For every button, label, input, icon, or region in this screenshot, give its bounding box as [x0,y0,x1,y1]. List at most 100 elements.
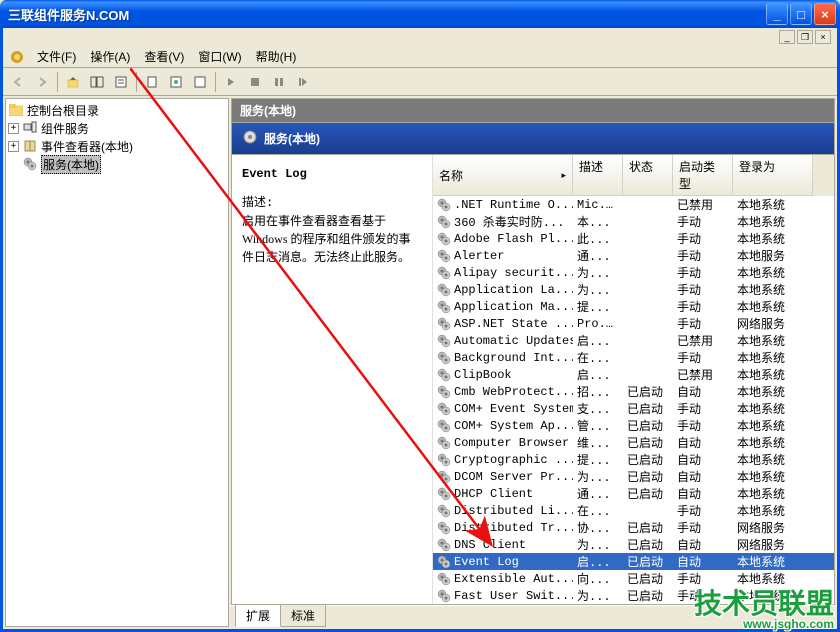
service-row[interactable]: .NET Runtime O...Mic...已禁用本地系统 [433,196,834,213]
detail-panel: Event Log 描述: 启用在事件查看器查看基于 Windows 的程序和组… [232,155,432,604]
service-row[interactable]: DHCP Client通...已启动自动本地系统 [433,485,834,502]
service-row[interactable]: ASP.NET State ...Pro...手动网络服务 [433,315,834,332]
folder-icon [8,102,24,118]
col-header-status[interactable]: 状态 [623,155,673,196]
mdi-restore-button[interactable]: ❐ [797,30,813,44]
service-row[interactable]: Adobe Flash Pl...此...手动本地系统 [433,230,834,247]
up-button[interactable] [62,71,84,93]
service-row[interactable]: Automatic Updates启...已禁用本地系统 [433,332,834,349]
menu-view[interactable]: 查看(V) [138,46,190,67]
show-hide-button[interactable] [86,71,108,93]
service-row[interactable]: Distributed Li...在...手动本地系统 [433,502,834,519]
service-status: 已启动 [623,417,673,434]
service-row[interactable]: ClipBook启...已禁用本地系统 [433,366,834,383]
service-name: .NET Runtime O... [454,198,573,212]
play-button [220,71,242,93]
service-desc: 启... [573,553,623,570]
service-row[interactable]: DCOM Server Pr...为...已启动自动本地系统 [433,468,834,485]
pane-subheader: 服务(本地) [231,122,835,154]
service-startup: 手动 [673,417,733,434]
tree-node-icon [22,120,38,136]
service-desc: 为... [573,281,623,298]
service-desc: 管... [573,417,623,434]
help-button[interactable] [189,71,211,93]
service-row[interactable]: Background Int...在...手动本地系统 [433,349,834,366]
service-icon [437,453,451,467]
tab-extended[interactable]: 扩展 [235,604,281,627]
back-button [7,71,29,93]
mdi-minimize-button[interactable]: _ [779,30,795,44]
service-logon: 本地服务 [733,247,813,264]
tree-item-label: 事件查看器(本地) [41,138,133,155]
service-row[interactable]: Cryptographic ...提...已启动自动本地系统 [433,451,834,468]
service-row[interactable]: 360 杀毒实时防...本...手动本地系统 [433,213,834,230]
tree-item[interactable]: 服务(本地) [8,155,226,173]
service-logon: 本地系统 [733,213,813,230]
service-logon: 本地系统 [733,383,813,400]
minimize-button[interactable]: _ [766,3,788,25]
tree-node-icon [22,138,38,154]
service-row[interactable]: Event Log启...已启动自动本地系统 [433,553,834,570]
close-button[interactable]: × [814,3,836,25]
service-icon [437,419,451,433]
menu-help[interactable]: 帮助(H) [250,46,303,67]
col-header-startup[interactable]: 启动类型 [673,155,733,196]
tree-root[interactable]: 控制台根目录 [8,101,226,119]
service-row[interactable]: DNS Client为...已启动自动网络服务 [433,536,834,553]
service-name: Extensible Aut... [454,572,573,586]
service-desc: 本... [573,213,623,230]
service-row[interactable]: Cmb WebProtect...招...已启动自动本地系统 [433,383,834,400]
service-icon [437,266,451,280]
service-icon [437,232,451,246]
service-desc: 提... [573,298,623,315]
service-row[interactable]: Application La...为...手动本地系统 [433,281,834,298]
service-startup: 自动 [673,434,733,451]
service-status: 已启动 [623,570,673,587]
maximize-button[interactable]: □ [790,3,812,25]
tab-standard[interactable]: 标准 [280,604,326,627]
service-row[interactable]: Extensible Aut...向...已启动手动本地系统 [433,570,834,587]
description-label: 描述: [242,193,422,210]
export-button[interactable] [141,71,163,93]
expand-icon[interactable]: + [8,141,19,152]
service-icon [437,317,451,331]
tree-item[interactable]: +组件服务 [8,119,226,137]
tree-pane[interactable]: 控制台根目录 +组件服务+事件查看器(本地)服务(本地) [5,98,229,627]
service-row[interactable]: Computer Browser维...已启动自动本地系统 [433,434,834,451]
service-desc: 通... [573,485,623,502]
service-logon: 本地系统 [733,400,813,417]
service-row[interactable]: Alipay securit...为...手动本地系统 [433,264,834,281]
service-row[interactable]: COM+ System Ap...管...已启动手动本地系统 [433,417,834,434]
service-desc: 为... [573,587,623,604]
service-startup: 手动 [673,400,733,417]
col-header-name[interactable]: 名称▸ [433,155,573,196]
service-icon [437,504,451,518]
menu-file[interactable]: 文件(F) [31,46,82,67]
service-row[interactable]: Distributed Tr...协...已启动手动网络服务 [433,519,834,536]
tree-item[interactable]: + 事件查看器(本地) [8,137,226,155]
service-logon: 网络服务 [733,315,813,332]
service-row[interactable]: COM+ Event System支...已启动手动本地系统 [433,400,834,417]
service-icon [437,368,451,382]
refresh-button[interactable] [165,71,187,93]
menu-window[interactable]: 窗口(W) [192,46,247,67]
service-name: DCOM Server Pr... [454,470,573,484]
menu-action[interactable]: 操作(A) [84,46,136,67]
service-list[interactable]: 名称▸ 描述 状态 启动类型 登录为 .NET Runtime O...Mic.… [432,155,834,604]
col-header-desc[interactable]: 描述 [573,155,623,196]
service-startup: 手动 [673,264,733,281]
service-logon: 网络服务 [733,519,813,536]
service-row[interactable]: Application Ma...提...手动本地系统 [433,298,834,315]
service-icon [437,300,451,314]
service-logon: 本地系统 [733,417,813,434]
tree-item-label: 服务(本地) [41,155,101,174]
expand-icon[interactable]: + [8,123,19,134]
service-logon: 本地系统 [733,298,813,315]
service-desc: 启... [573,366,623,383]
properties-button[interactable] [110,71,132,93]
col-header-logon[interactable]: 登录为 [733,155,813,196]
service-row[interactable]: Alerter通...手动本地服务 [433,247,834,264]
service-desc: 通... [573,247,623,264]
mdi-close-button[interactable]: × [815,30,831,44]
service-logon: 本地系统 [733,230,813,247]
